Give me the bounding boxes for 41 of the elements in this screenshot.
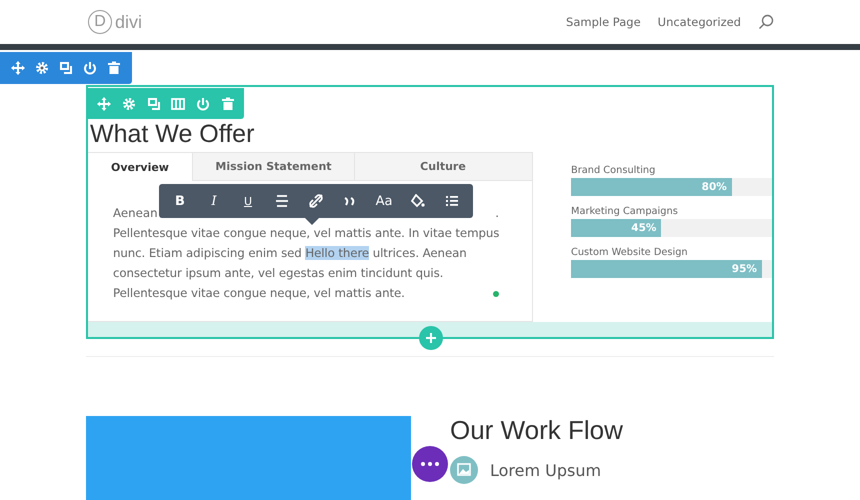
bold-button[interactable]: B: [163, 184, 197, 218]
nav-link[interactable]: Sample Page: [566, 15, 641, 29]
bar-label: Custom Website Design: [571, 246, 689, 260]
power-icon[interactable]: [196, 96, 210, 110]
power-icon[interactable]: [83, 61, 97, 75]
workflow-heading: Our Work Flow: [450, 416, 623, 444]
duplicate-icon[interactable]: [146, 96, 161, 110]
unlink-icon[interactable]: [309, 194, 323, 208]
paragraph: Pellentesque vitae congue neque, vel mattis ante. In vitae tempus nunc. Etiam adipiscing enim sed Hello there ultrices. Aenean consectetur ipsum ante, vel egestas enim tincidunt quis. Pellentesque vitae congue neque, vel mattis ante.: [113, 225, 500, 302]
list-icon[interactable]: [445, 194, 459, 208]
underline-button[interactable]: U: [231, 184, 265, 218]
add-row-icon[interactable]: [419, 326, 443, 350]
settings-icon[interactable]: [35, 61, 49, 75]
trash-icon[interactable]: [107, 61, 121, 75]
section-heading: What We Offer: [90, 120, 254, 149]
paint-bucket-icon[interactable]: [411, 194, 425, 208]
percent-reading: 45%: [631, 222, 656, 234]
trash-icon[interactable]: [220, 96, 235, 110]
bar-label: Marketing Campaigns: [571, 205, 679, 219]
logo-text: divi: [115, 12, 142, 32]
italic-button[interactable]: I: [197, 184, 231, 218]
tab[interactable]: Overview: [88, 153, 193, 181]
workflow-item: Lorem Upsum: [490, 460, 602, 480]
image-icon: [450, 456, 478, 484]
align-icon[interactable]: [275, 194, 289, 208]
columns-icon[interactable]: [171, 96, 186, 110]
status-dot: [493, 291, 499, 297]
search-icon[interactable]: [758, 14, 774, 30]
logo-icon: D: [88, 10, 112, 34]
move-icon[interactable]: [11, 61, 25, 75]
text-size-button[interactable]: Aa: [367, 184, 401, 218]
settings-icon[interactable]: [122, 96, 136, 110]
percent-reading: 95%: [732, 263, 757, 275]
paragraph-end-mark: .: [495, 205, 499, 222]
move-icon[interactable]: [97, 96, 112, 110]
paragraph-start: Aenean: [113, 205, 158, 222]
bar-label: Brand Consulting: [571, 164, 656, 178]
percent-reading: 80%: [702, 181, 727, 193]
duplicate-icon[interactable]: [59, 61, 73, 75]
nav-link[interactable]: Uncategorized: [658, 15, 741, 29]
more-options-icon[interactable]: [412, 446, 448, 482]
